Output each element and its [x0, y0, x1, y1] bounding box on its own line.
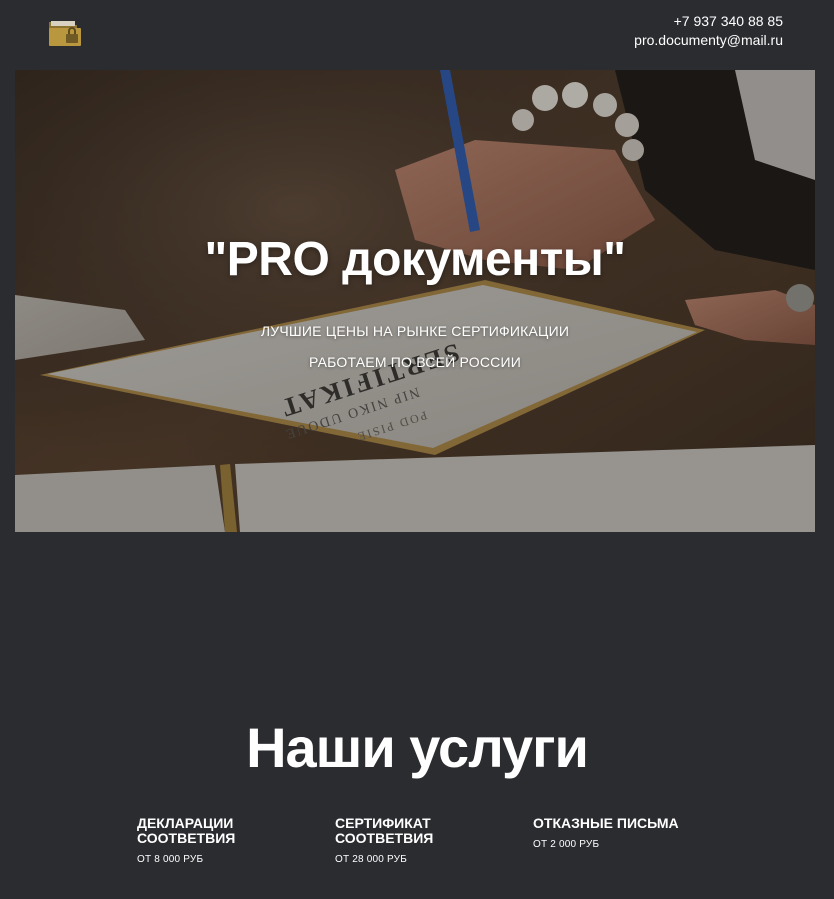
contacts: +7 937 340 88 85 pro.documenty@mail.ru: [634, 12, 783, 50]
email-link[interactable]: pro.documenty@mail.ru: [634, 31, 783, 50]
services-title: Наши услуги: [246, 716, 589, 779]
service-card-declarations[interactable]: ДЕКЛАРАЦИИ СООТВЕТВИЯ ОТ 8 000 РУБ: [137, 816, 307, 866]
hero-title: "PRO документы": [204, 233, 626, 286]
hero-banner: SERTIFIKAT NIP NIKO UDOUE POD PISIE "PRO…: [15, 70, 815, 532]
folder-lock-icon[interactable]: [47, 17, 83, 47]
service-price: ОТ 28 000 РУБ: [335, 854, 407, 865]
hero-subtitle-2: РАБОТАЕМ ПО ВСЕЙ РОССИИ: [309, 354, 521, 370]
phone-link[interactable]: +7 937 340 88 85: [634, 12, 783, 31]
hero-overlay: [15, 70, 815, 532]
service-card-refusal-letters[interactable]: ОТКАЗНЫЕ ПИСЬМА ОТ 2 000 РУБ: [533, 816, 733, 851]
hero-subtitle-1: ЛУЧШИЕ ЦЕНЫ НА РЫНКЕ СЕРТИФИКАЦИИ: [260, 323, 570, 339]
service-name: ОТКАЗНЫЕ ПИСЬМА: [533, 815, 679, 831]
service-price: ОТ 2 000 РУБ: [533, 839, 600, 850]
service-price: ОТ 8 000 РУБ: [137, 854, 204, 865]
service-name: ДЕКЛАРАЦИИ СООТВЕТВИЯ: [137, 815, 236, 846]
service-card-certificate[interactable]: СЕРТИФИКАТ СООТВЕТВИЯ ОТ 28 000 РУБ: [335, 816, 505, 866]
service-name: СЕРТИФИКАТ СООТВЕТВИЯ: [335, 815, 434, 846]
page: +7 937 340 88 85 pro.documenty@mail.ru S…: [0, 0, 834, 899]
